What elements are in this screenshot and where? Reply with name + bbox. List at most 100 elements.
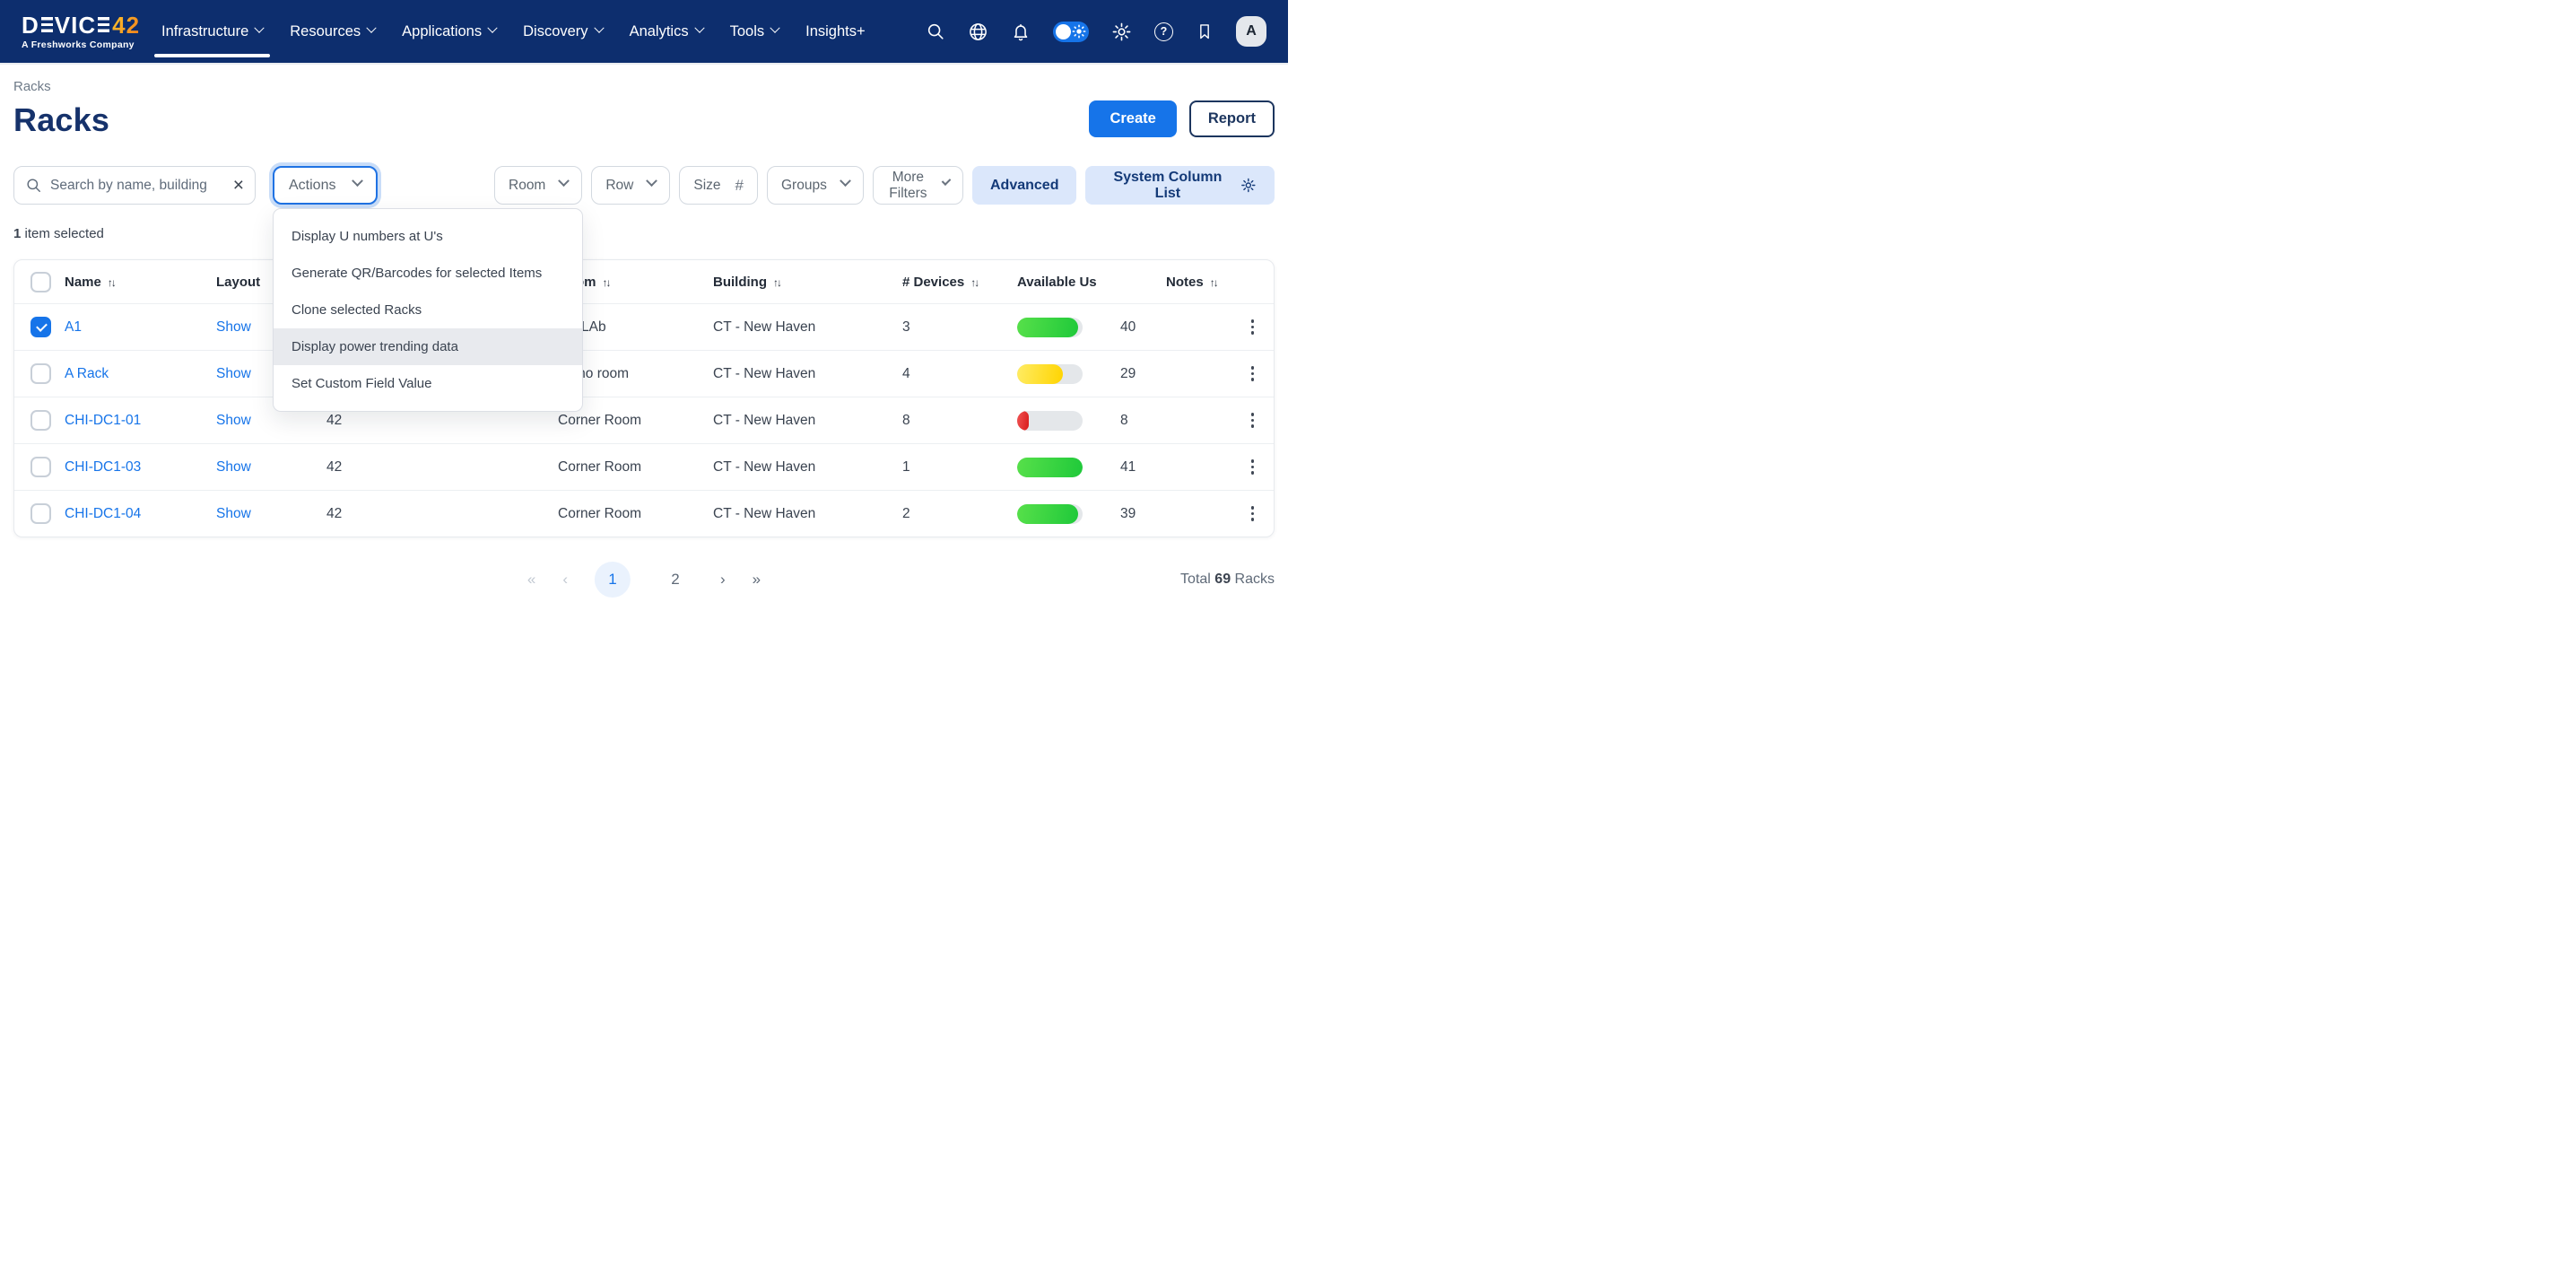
settings-gear-icon[interactable]	[1111, 22, 1132, 42]
devices-cell: 4	[902, 366, 1017, 382]
devices-cell: 2	[902, 506, 1017, 522]
page-2-button[interactable]: 2	[657, 571, 693, 589]
selection-status: 1 item selected	[13, 226, 1275, 241]
globe-icon[interactable]	[968, 22, 988, 42]
select-all-checkbox[interactable]	[30, 272, 51, 292]
system-column-list-button[interactable]: System Column List	[1085, 166, 1275, 205]
nav-item-analytics[interactable]: Analytics	[630, 0, 703, 63]
building-cell: CT - New Haven	[713, 366, 902, 382]
clear-search-icon[interactable]: ×	[233, 176, 244, 195]
chevron-down-icon	[255, 22, 265, 32]
filter-group: Room Row Size# Groups More Filters	[494, 166, 963, 205]
theme-toggle[interactable]	[1053, 22, 1089, 42]
search-input[interactable]	[50, 178, 225, 194]
next-page-icon[interactable]: ›	[720, 571, 726, 589]
nav-item-resources[interactable]: Resources	[290, 0, 375, 63]
brand-42: 42	[112, 13, 140, 37]
room-cell: LAb	[581, 319, 713, 336]
table-row: A1 Show LAb CT - New Haven 3 40	[14, 303, 1274, 350]
layout-show-link[interactable]: Show	[216, 506, 326, 522]
first-page-icon[interactable]: «	[527, 571, 535, 589]
available-us-cell: 29	[1017, 364, 1166, 384]
availability-bar	[1017, 364, 1083, 384]
breadcrumb[interactable]: Racks	[13, 79, 109, 94]
row-checkbox[interactable]	[30, 363, 51, 384]
table-row: A Rack Show S demo room CT - New Haven 4…	[14, 350, 1274, 397]
column-header-building[interactable]: Building	[713, 275, 902, 290]
nav-item-infrastructure[interactable]: Infrastructure	[161, 0, 263, 63]
chevron-down-icon	[366, 22, 376, 32]
table-row: CHI-DC1-03 Show 42 Corner Room CT - New …	[14, 443, 1274, 490]
toolbar: × Actions Display U numbers at U's Gener…	[13, 166, 1275, 205]
devices-cell: 8	[902, 413, 1017, 429]
layout-show-link[interactable]: Show	[216, 413, 326, 429]
nav-item-applications[interactable]: Applications	[402, 0, 496, 63]
filter-row[interactable]: Row	[591, 166, 670, 205]
hash-icon: #	[735, 177, 744, 195]
notifications-bell-icon[interactable]	[1011, 22, 1031, 42]
filter-groups[interactable]: Groups	[767, 166, 864, 205]
filter-size[interactable]: Size#	[679, 166, 758, 205]
menu-item-display-u-numbers[interactable]: Display U numbers at U's	[274, 218, 582, 255]
nav-item-tools[interactable]: Tools	[730, 0, 779, 63]
row-checkbox[interactable]	[30, 410, 51, 431]
logo-e-glyph	[98, 17, 109, 32]
chevron-down-icon	[594, 22, 604, 32]
row-actions-kebab-icon[interactable]	[1246, 502, 1260, 525]
room-cell: Corner Room	[558, 506, 713, 522]
menu-item-display-power-trending[interactable]: Display power trending data	[274, 328, 582, 365]
row-actions-kebab-icon[interactable]	[1246, 409, 1260, 432]
page-1-button[interactable]: 1	[595, 562, 631, 598]
last-page-icon[interactable]: »	[753, 571, 761, 589]
column-header-devices[interactable]: # Devices	[902, 275, 1017, 290]
menu-item-set-custom-field[interactable]: Set Custom Field Value	[274, 365, 582, 402]
building-cell: CT - New Haven	[713, 413, 902, 429]
row-actions-kebab-icon[interactable]	[1246, 362, 1260, 385]
row-checkbox[interactable]	[30, 457, 51, 477]
advanced-button[interactable]: Advanced	[972, 166, 1076, 205]
chevron-down-icon	[840, 175, 851, 187]
rack-name-link[interactable]: A Rack	[65, 366, 216, 382]
row-actions-kebab-icon[interactable]	[1246, 316, 1260, 338]
rack-name-link[interactable]: CHI-DC1-03	[65, 459, 216, 476]
building-cell: CT - New Haven	[713, 319, 902, 336]
available-us-cell: 41	[1017, 458, 1166, 477]
filter-room[interactable]: Room	[494, 166, 582, 205]
column-header-notes[interactable]: Notes	[1166, 275, 1238, 290]
nav-item-discovery[interactable]: Discovery	[523, 0, 602, 63]
room-cell: Corner Room	[558, 413, 713, 429]
menu-item-generate-qr-barcodes[interactable]: Generate QR/Barcodes for selected Items	[274, 255, 582, 292]
search-icon[interactable]	[926, 22, 945, 41]
chevron-down-icon	[647, 175, 658, 187]
row-actions-kebab-icon[interactable]	[1246, 456, 1260, 478]
row-checkbox[interactable]	[30, 317, 51, 337]
devices-cell: 1	[902, 459, 1017, 476]
size-cell: 42	[326, 459, 558, 476]
filter-more-filters[interactable]: More Filters	[873, 166, 963, 205]
actions-menu: Display U numbers at U's Generate QR/Bar…	[273, 208, 583, 412]
user-avatar[interactable]: A	[1236, 16, 1266, 47]
menu-item-clone-selected-racks[interactable]: Clone selected Racks	[274, 292, 582, 328]
bookmarks-icon[interactable]	[1196, 22, 1214, 41]
brand-wordmark: DVIC42	[22, 13, 140, 37]
device42-logo[interactable]: DVIC42 A Freshworks Company	[22, 13, 140, 50]
toggle-knob	[1056, 24, 1071, 39]
availability-bar	[1017, 318, 1083, 337]
rack-name-link[interactable]: CHI-DC1-01	[65, 413, 216, 429]
chevron-down-icon	[942, 176, 952, 186]
row-checkbox[interactable]	[30, 503, 51, 524]
column-header-name[interactable]: Name	[65, 275, 216, 290]
rack-name-link[interactable]: A1	[65, 319, 216, 336]
previous-page-icon[interactable]: ‹	[562, 571, 568, 589]
pagination: « ‹ 1 2 › »	[527, 562, 761, 598]
layout-show-link[interactable]: Show	[216, 459, 326, 476]
actions-dropdown-button[interactable]: Actions	[273, 166, 378, 205]
search-icon	[25, 177, 42, 194]
report-button[interactable]: Report	[1189, 100, 1275, 137]
availability-bar	[1017, 504, 1083, 524]
create-button[interactable]: Create	[1089, 100, 1176, 137]
nav-item-insights[interactable]: Insights+	[805, 0, 866, 63]
rack-name-link[interactable]: CHI-DC1-04	[65, 506, 216, 522]
help-icon[interactable]: ?	[1154, 22, 1173, 41]
top-navigation: DVIC42 A Freshworks Company Infrastructu…	[0, 0, 1288, 63]
